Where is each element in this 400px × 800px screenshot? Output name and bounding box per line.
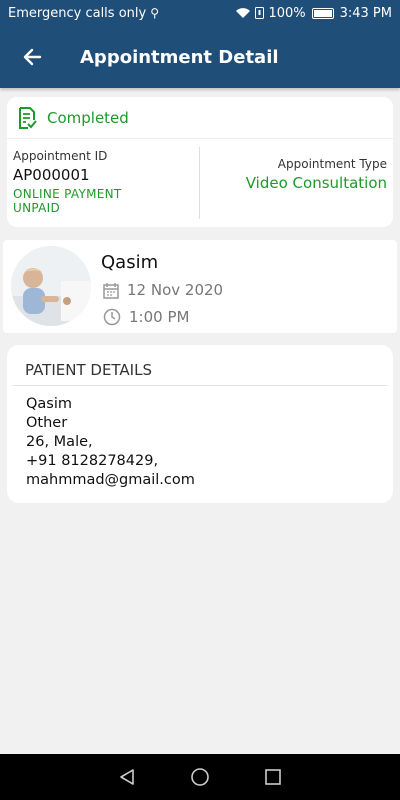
nav-home-button[interactable] <box>188 765 212 789</box>
nav-recents-button[interactable] <box>261 765 285 789</box>
wifi-icon <box>236 8 251 18</box>
square-recents-icon <box>265 769 282 785</box>
back-button[interactable] <box>0 26 64 88</box>
appointment-type-section: Appointment Type Video Consultation <box>200 139 393 227</box>
avatar <box>11 246 91 326</box>
battery-icon <box>311 7 334 19</box>
appointment-time-row: 1:00 PM <box>103 308 189 326</box>
appointment-time: 1:00 PM <box>129 308 190 326</box>
sim-icon <box>255 7 265 19</box>
patient-name: Qasim <box>26 396 73 412</box>
payment-method: ONLINE PAYMENT <box>13 187 122 201</box>
status-bar: Emergency calls only ⚲ 100% 3:43 PM <box>0 0 400 26</box>
appointment-summary-card: Completed Appointment ID AP000001 ONLINE… <box>7 97 393 227</box>
appointment-date: 12 Nov 2020 <box>127 281 224 299</box>
status-row: Completed <box>7 97 393 139</box>
payment-status: UNPAID <box>13 201 61 215</box>
patient-email: mahmmad@gmail.com <box>26 472 195 488</box>
patient-age-gender: 26, Male, <box>26 434 93 450</box>
doctor-card[interactable]: Qasim 12 Nov 2020 1:00 PM <box>3 240 397 333</box>
system-nav-bar <box>0 754 400 800</box>
clock-icon <box>103 308 121 326</box>
carrier-text: Emergency calls only <box>8 5 147 21</box>
battery-percent: 100% <box>268 5 306 21</box>
appointment-id-section: Appointment ID AP000001 ONLINE PAYMENT U… <box>7 147 200 219</box>
appointment-type-label: Appointment Type <box>277 157 387 171</box>
appointment-id-value: AP000001 <box>13 166 90 184</box>
appointment-type-value: Video Consultation <box>245 174 387 192</box>
clock: 3:43 PM <box>339 5 392 21</box>
calendar-icon <box>103 282 119 299</box>
appointment-id-label: Appointment ID <box>13 149 108 163</box>
patient-phone: +91 8128278429, <box>26 453 159 469</box>
appointment-date-row: 12 Nov 2020 <box>103 281 223 299</box>
arrow-back-icon <box>23 48 42 66</box>
nav-back-button[interactable] <box>115 765 139 789</box>
completed-document-icon <box>19 106 37 129</box>
patient-info: Qasim Other 26, Male, +91 8128278429, ma… <box>7 386 393 490</box>
patient-details-card: PATIENT DETAILS Qasim Other 26, Male, +9… <box>7 345 393 503</box>
page-title: Appointment Detail <box>80 46 279 68</box>
appointment-details: Appointment ID AP000001 ONLINE PAYMENT U… <box>7 139 393 227</box>
circle-home-icon <box>191 768 209 786</box>
patient-details-header: PATIENT DETAILS <box>13 345 387 386</box>
patient-relation: Other <box>26 415 68 431</box>
app-bar: Appointment Detail <box>0 26 400 88</box>
status-label: Completed <box>47 108 129 127</box>
triangle-back-icon <box>119 769 134 785</box>
doctor-name: Qasim <box>101 252 159 273</box>
usb-icon: ⚲ <box>150 6 159 20</box>
